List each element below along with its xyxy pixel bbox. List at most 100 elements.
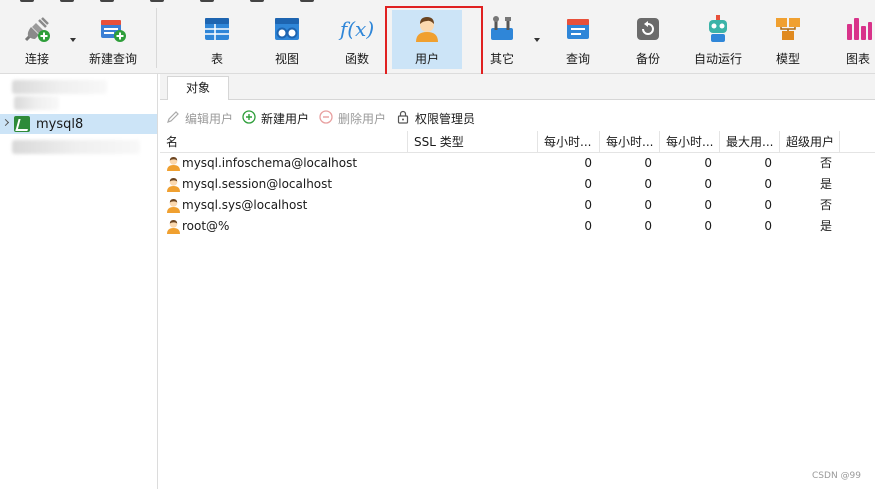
- cell-ssl: [408, 216, 538, 237]
- table-icon: [205, 18, 229, 40]
- cell-hourly-2: 0: [644, 156, 652, 170]
- cell-hourly-1: 0: [584, 156, 592, 170]
- pencil-icon: [167, 111, 179, 123]
- lock-icon: [397, 110, 409, 124]
- chart-icon: [847, 18, 872, 40]
- query-button[interactable]: 查询: [550, 12, 606, 68]
- cell-hourly-3: 0: [704, 156, 712, 170]
- cell-name: mysql.infoschema@localhost: [182, 156, 358, 170]
- menu-bar-fragment: [0, 0, 875, 4]
- column-header-max-user[interactable]: 最大用...: [720, 131, 780, 153]
- cell-hourly-2: 0: [644, 198, 652, 212]
- query-icon: [567, 19, 589, 39]
- object-tab-bar: 对象: [160, 74, 875, 100]
- cell-ssl: [408, 174, 538, 195]
- table-header: 名 SSL 类型 每小时... 每小时... 每小时... 最大用... 超级用…: [160, 131, 875, 153]
- backup-label: 备份: [635, 52, 660, 66]
- navigation-pane: mysql8: [0, 74, 158, 489]
- user-icon: [167, 157, 180, 171]
- tab-objects[interactable]: 对象: [167, 76, 229, 100]
- tools-icon: [491, 16, 513, 40]
- column-header-superuser[interactable]: 超级用户: [780, 131, 840, 153]
- user-icon: [416, 17, 438, 42]
- new-query-icon: [101, 20, 126, 42]
- other-label: 其它: [489, 52, 514, 66]
- function-button[interactable]: f(x) 函数: [328, 12, 386, 68]
- column-header-ssl[interactable]: SSL 类型: [408, 131, 538, 153]
- backup-button[interactable]: 备份: [620, 12, 676, 68]
- redacted-item: [12, 140, 140, 154]
- view-button[interactable]: 视图: [258, 12, 316, 68]
- plug-icon: [24, 17, 50, 42]
- cell-ssl: [408, 195, 538, 216]
- cell-superuser: 是: [819, 177, 832, 191]
- cell-superuser: 否: [819, 198, 832, 212]
- function-icon: f(x): [335, 14, 379, 44]
- expand-chevron-icon[interactable]: [1, 118, 10, 127]
- function-label: 函数: [344, 52, 369, 66]
- cell-hourly-2: 0: [644, 177, 652, 191]
- user-icon: [167, 199, 180, 213]
- view-icon: [275, 18, 299, 40]
- cell-hourly-1: 0: [584, 198, 592, 212]
- connect-button[interactable]: 连接: [8, 12, 66, 68]
- table-row[interactable]: mysql.infoschema@localhost 0 0 0 0 否: [160, 153, 875, 174]
- automation-button[interactable]: 自动运行: [688, 12, 748, 68]
- cell-hourly-2: 0: [644, 219, 652, 233]
- cell-max-user: 0: [764, 198, 772, 212]
- backup-icon: [637, 18, 659, 40]
- user-button[interactable]: 用户: [392, 10, 462, 69]
- watermark: CSDN @99: [812, 471, 861, 481]
- new-query-label: 新建查询: [88, 52, 137, 66]
- new-query-button[interactable]: 新建查询: [84, 12, 142, 68]
- model-icon: [776, 18, 800, 40]
- table-button[interactable]: 表: [188, 12, 246, 68]
- table-label: 表: [210, 52, 223, 66]
- cell-hourly-1: 0: [584, 219, 592, 233]
- column-header-hourly-2[interactable]: 每小时...: [600, 131, 660, 153]
- main-toolbar: 连接 新建查询 表 视图 f(x) 函数 用户 其它 查询 备份 自动运行 模型…: [0, 0, 875, 86]
- mysql-connection-icon: [14, 116, 30, 132]
- view-label: 视图: [274, 52, 299, 66]
- model-label: 模型: [775, 52, 800, 66]
- automation-label: 自动运行: [693, 52, 742, 66]
- cell-max-user: 0: [764, 156, 772, 170]
- other-button[interactable]: 其它: [474, 12, 530, 68]
- cell-hourly-1: 0: [584, 177, 592, 191]
- redacted-item: [12, 80, 107, 94]
- other-dropdown-arrow[interactable]: [534, 38, 540, 42]
- redacted-item: [14, 96, 59, 110]
- column-header-hourly-1[interactable]: 每小时...: [538, 131, 600, 153]
- connection-name: mysql8: [36, 117, 84, 132]
- chart-label: 图表: [845, 52, 870, 66]
- cell-superuser: 否: [819, 156, 832, 170]
- cell-name: root@%: [182, 219, 230, 233]
- connect-label: 连接: [24, 52, 49, 66]
- user-toolbar: 编辑用户 新建用户 删除用户 权限管理员: [160, 105, 875, 129]
- toolbar-separator: [156, 8, 157, 68]
- cell-name: mysql.session@localhost: [182, 177, 333, 191]
- connect-dropdown-arrow[interactable]: [70, 38, 76, 42]
- query-label: 查询: [565, 52, 590, 66]
- column-header-hourly-3[interactable]: 每小时...: [660, 131, 720, 153]
- minus-circle-icon: [319, 110, 333, 124]
- cell-ssl: [408, 153, 538, 174]
- table-row[interactable]: mysql.sys@localhost 0 0 0 0 否: [160, 195, 875, 216]
- cell-hourly-3: 0: [704, 219, 712, 233]
- column-header-name[interactable]: 名: [160, 131, 408, 153]
- chart-button[interactable]: 图表: [830, 12, 875, 68]
- table-row[interactable]: root@% 0 0 0 0 是: [160, 216, 875, 237]
- cell-max-user: 0: [764, 177, 772, 191]
- users-table: 名 SSL 类型 每小时... 每小时... 每小时... 最大用... 超级用…: [160, 131, 875, 237]
- function-glyph: f(x): [339, 17, 375, 41]
- model-button[interactable]: 模型: [760, 12, 816, 68]
- cell-superuser: 是: [819, 219, 832, 233]
- cell-max-user: 0: [764, 219, 772, 233]
- user-label: 用户: [414, 52, 439, 66]
- cell-name: mysql.sys@localhost: [182, 198, 308, 212]
- plus-circle-icon: [242, 110, 256, 124]
- cell-hourly-3: 0: [704, 198, 712, 212]
- sidebar-item-mysql8[interactable]: mysql8: [0, 114, 157, 134]
- user-icon: [167, 220, 180, 234]
- table-row[interactable]: mysql.session@localhost 0 0 0 0 是: [160, 174, 875, 195]
